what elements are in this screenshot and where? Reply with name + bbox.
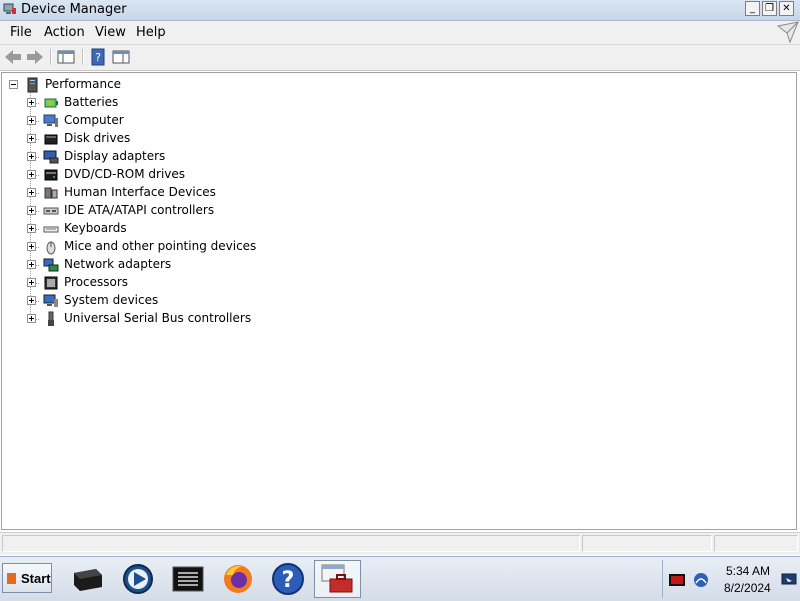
start-label: Start	[21, 571, 51, 586]
tree-item-label: Keyboards	[64, 221, 127, 235]
expand-button[interactable]	[27, 152, 36, 161]
close-button[interactable]: ✕	[779, 1, 794, 16]
tree-item[interactable]: System devices	[2, 292, 402, 310]
menu-help[interactable]: Help	[136, 25, 166, 40]
device-manager-icon	[3, 3, 16, 14]
clock-time[interactable]: 5:34 AM	[726, 564, 770, 578]
status-pane-2	[582, 535, 712, 552]
tree-item[interactable]: Computer	[2, 112, 402, 130]
expand-button[interactable]	[27, 206, 36, 215]
network-tray-icon[interactable]	[693, 572, 709, 588]
tree-item[interactable]: Display adapters	[2, 148, 402, 166]
tree-item-label: Human Interface Devices	[64, 185, 216, 199]
status-pane-3	[714, 535, 798, 552]
tree-item[interactable]: Universal Serial Bus controllers	[2, 310, 402, 328]
tree-item[interactable]: Disk drives	[2, 130, 402, 148]
firefox-icon[interactable]	[220, 561, 256, 597]
show-hide-console-tree-icon[interactable]	[56, 48, 76, 66]
mouse-icon	[46, 241, 56, 255]
title-bar[interactable]: Device Manager _ ❐ ✕	[0, 0, 800, 21]
tray-red-icon[interactable]	[669, 574, 685, 586]
expand-button[interactable]	[27, 278, 36, 287]
expand-button[interactable]	[27, 98, 36, 107]
svg-text:?: ?	[95, 51, 101, 64]
tree-item-label: IDE ATA/ATAPI controllers	[64, 203, 215, 217]
forward-arrow-icon[interactable]	[25, 48, 45, 66]
system-devices-icon	[43, 294, 58, 307]
tree-item-label: Computer	[64, 113, 124, 127]
menu-view[interactable]: View	[95, 25, 126, 40]
computer-tower-icon	[27, 77, 38, 93]
tree-item-label: System devices	[64, 293, 159, 307]
hid-icon	[44, 187, 58, 199]
start-logo-icon	[7, 573, 16, 584]
window-title: Device Manager	[21, 2, 127, 17]
tree-item-label: Universal Serial Bus controllers	[64, 311, 252, 325]
dvd-drive-icon	[44, 169, 58, 181]
restore-button[interactable]: ❐	[762, 1, 777, 16]
back-arrow-icon[interactable]	[3, 48, 23, 66]
expand-button[interactable]	[27, 242, 36, 251]
tree-item[interactable]: Mice and other pointing devices	[2, 238, 402, 256]
tree-item-label: Processors	[64, 275, 129, 289]
expand-button[interactable]	[27, 188, 36, 197]
device-manager-task-button[interactable]	[314, 560, 361, 598]
keyboard-icon	[43, 226, 59, 233]
toolbox-icon	[321, 564, 353, 593]
hard-drive-icon[interactable]	[70, 561, 106, 597]
menu-file[interactable]: File	[10, 25, 32, 40]
tree-item[interactable]: IDE ATA/ATAPI controllers	[2, 202, 402, 220]
tree-item[interactable]: Human Interface Devices	[2, 184, 402, 202]
minimize-button[interactable]: _	[745, 1, 760, 16]
tree-item-label: DVD/CD-ROM drives	[64, 167, 186, 181]
menu-bar: File Action View Help	[0, 21, 800, 45]
tree-item[interactable]: DVD/CD-ROM drives	[2, 166, 402, 184]
expand-button[interactable]	[27, 134, 36, 143]
network-adapter-icon	[43, 258, 59, 272]
clock-date[interactable]: 8/2/2024	[724, 581, 771, 595]
start-button[interactable]: Start	[2, 563, 52, 593]
status-bar	[0, 532, 800, 555]
expand-button[interactable]	[27, 296, 36, 305]
terminal-icon[interactable]	[170, 561, 206, 597]
tree-root-label: Performance	[45, 77, 122, 91]
expand-button[interactable]	[27, 224, 36, 233]
toolbar: ?	[0, 45, 800, 71]
expand-button[interactable]	[27, 314, 36, 323]
expand-button[interactable]	[27, 170, 36, 179]
tree-item[interactable]: Processors	[2, 274, 402, 292]
ide-controller-icon	[43, 207, 59, 215]
help-book-icon[interactable]: ?	[88, 48, 108, 66]
disk-drive-icon	[44, 134, 58, 145]
battery-icon	[44, 98, 58, 108]
expand-button[interactable]	[27, 260, 36, 269]
taskbar: Start ? 5:34 AM 8/2/2024	[0, 556, 800, 601]
tree-item[interactable]: Batteries	[2, 94, 402, 112]
collapse-root-button[interactable]	[9, 80, 18, 89]
paper-plane-icon	[776, 21, 799, 44]
tree-root[interactable]: Performance	[8, 76, 308, 94]
show-desktop-icon[interactable]	[781, 572, 797, 588]
properties-pane-icon[interactable]	[111, 48, 131, 66]
tree-item-label: Disk drives	[64, 131, 131, 145]
expand-button[interactable]	[27, 116, 36, 125]
menu-action[interactable]: Action	[44, 25, 85, 40]
device-tree[interactable]: Performance Batteries Computer Disk drives…	[1, 72, 797, 530]
svg-text:?: ?	[282, 568, 295, 593]
tree-item[interactable]: Keyboards	[2, 220, 402, 238]
display-adapter-icon	[43, 150, 59, 164]
tree-item[interactable]: Network adapters	[2, 256, 402, 274]
status-pane-main	[2, 535, 580, 552]
usb-icon	[48, 311, 54, 326]
computer-icon	[43, 114, 58, 127]
media-player-icon[interactable]	[120, 561, 156, 597]
tree-item-label: Mice and other pointing devices	[64, 239, 257, 253]
tree-item-label: Display adapters	[64, 149, 166, 163]
tree-item-label: Batteries	[64, 95, 119, 109]
tree-item-label: Network adapters	[64, 257, 172, 271]
processor-icon	[44, 276, 58, 290]
help-icon[interactable]: ?	[270, 561, 306, 597]
